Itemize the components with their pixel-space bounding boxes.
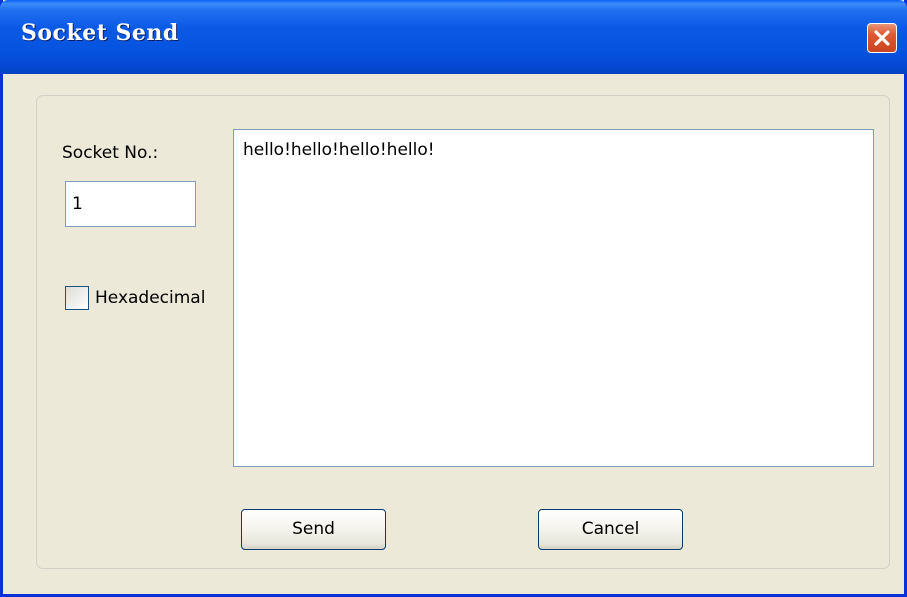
hexadecimal-label[interactable]: Hexadecimal (95, 286, 205, 310)
message-textarea[interactable]: hello!hello!hello!hello! (233, 129, 874, 467)
window-title: Socket Send (21, 20, 179, 46)
send-button[interactable]: Send (241, 509, 386, 550)
hexadecimal-checkbox[interactable] (65, 286, 89, 310)
title-bar[interactable]: Socket Send (0, 0, 907, 74)
cancel-button[interactable]: Cancel (538, 509, 683, 550)
close-icon (874, 30, 890, 46)
close-button[interactable] (867, 23, 897, 53)
socket-number-label: Socket No.: (62, 143, 159, 163)
socket-number-input[interactable] (65, 181, 196, 227)
